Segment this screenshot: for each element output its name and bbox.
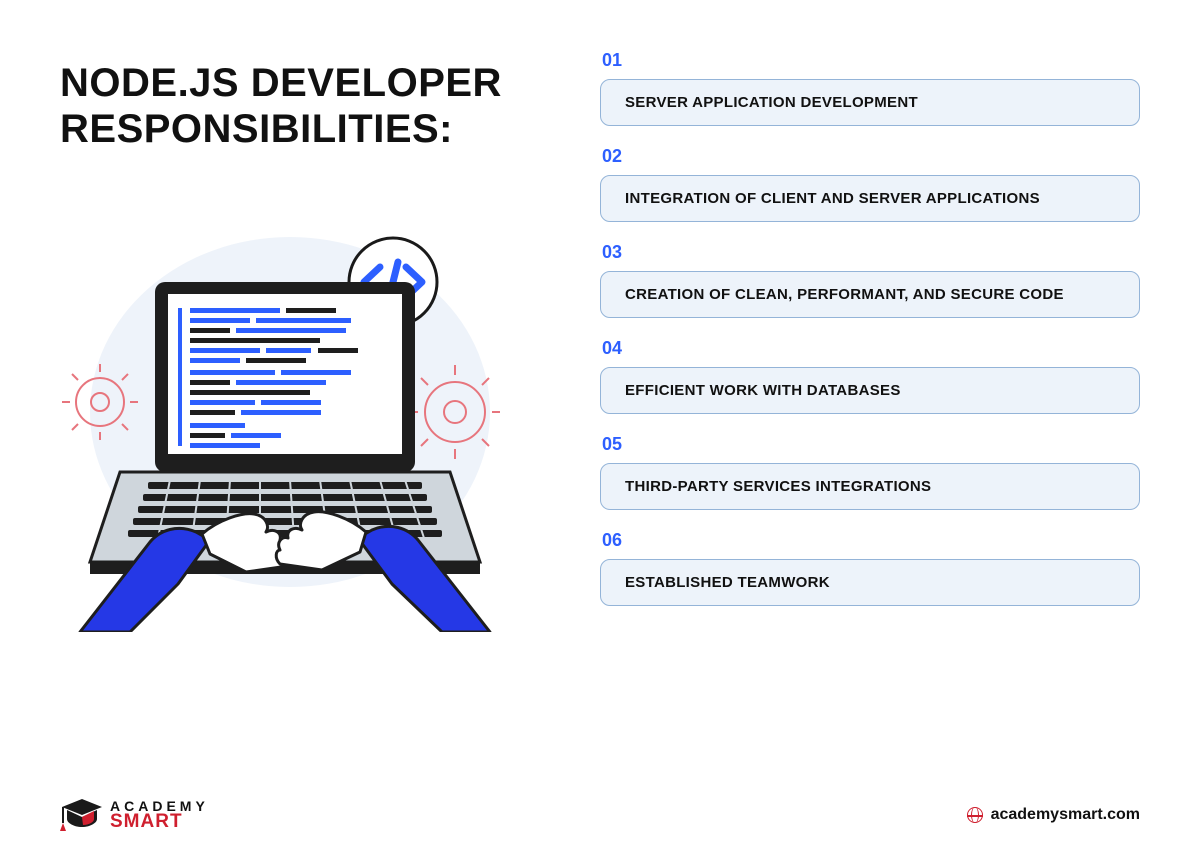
list-item: 01 SERVER APPLICATION DEVELOPMENT: [600, 50, 1140, 126]
responsibilities-list: 01 SERVER APPLICATION DEVELOPMENT 02 INT…: [600, 50, 1140, 632]
item-box: INTEGRATION OF CLIENT AND SERVER APPLICA…: [600, 175, 1140, 222]
item-number: 04: [602, 338, 1140, 359]
logo-text-bottom: SMART: [110, 813, 209, 830]
left-column: NODE.JS DEVELOPER RESPONSIBILITIES:: [60, 50, 600, 632]
item-box: THIRD-PARTY SERVICES INTEGRATIONS: [600, 463, 1140, 510]
list-item: 03 CREATION OF CLEAN, PERFORMANT, AND SE…: [600, 242, 1140, 318]
page-title: NODE.JS DEVELOPER RESPONSIBILITIES:: [60, 60, 580, 152]
graduation-cap-icon: [60, 797, 104, 833]
item-number: 01: [602, 50, 1140, 71]
item-box: ESTABLISHED TEAMWORK: [600, 559, 1140, 606]
item-box: CREATION OF CLEAN, PERFORMANT, AND SECUR…: [600, 271, 1140, 318]
logo-text: ACADEMY SMART: [110, 800, 209, 830]
brand-logo: ACADEMY SMART: [60, 797, 209, 833]
laptop-illustration: [60, 212, 500, 632]
list-item: 06 ESTABLISHED TEAMWORK: [600, 530, 1140, 606]
list-item: 04 EFFICIENT WORK WITH DATABASES: [600, 338, 1140, 414]
item-number: 06: [602, 530, 1140, 551]
item-number: 05: [602, 434, 1140, 455]
footer: ACADEMY SMART academysmart.com: [0, 797, 1200, 833]
item-number: 02: [602, 146, 1140, 167]
item-box: SERVER APPLICATION DEVELOPMENT: [600, 79, 1140, 126]
list-item: 05 THIRD-PARTY SERVICES INTEGRATIONS: [600, 434, 1140, 510]
item-box: EFFICIENT WORK WITH DATABASES: [600, 367, 1140, 414]
list-item: 02 INTEGRATION OF CLIENT AND SERVER APPL…: [600, 146, 1140, 222]
website-url: academysmart.com: [967, 806, 1140, 824]
url-text: academysmart.com: [991, 806, 1140, 824]
globe-icon: [967, 807, 983, 823]
item-number: 03: [602, 242, 1140, 263]
